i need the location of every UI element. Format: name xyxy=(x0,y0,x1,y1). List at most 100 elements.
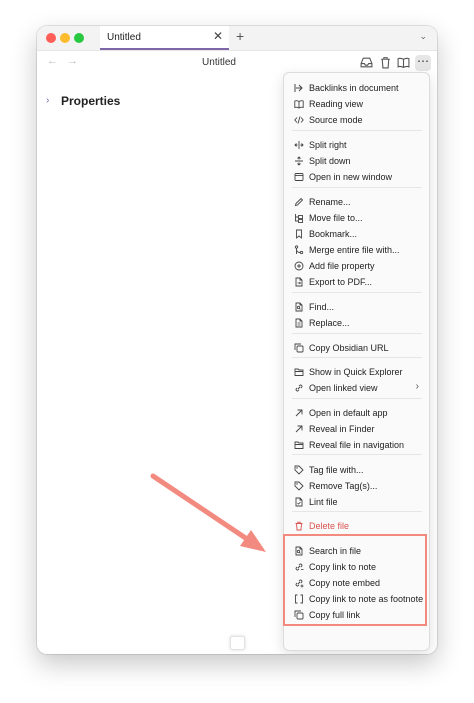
menu-item-label: Bookmark... xyxy=(309,229,358,239)
menu-item-label: Lint file xyxy=(309,497,338,507)
arrow-up-right-icon xyxy=(294,408,304,418)
menu-item-copy-obsidian-url[interactable]: Copy Obsidian URL xyxy=(288,340,425,356)
menu-item-label: Copy Obsidian URL xyxy=(309,343,389,353)
menu-item-export-to-pdf[interactable]: Export to PDF... xyxy=(288,274,425,290)
annotation-highlight-box xyxy=(283,534,427,626)
book-open-icon xyxy=(294,99,304,109)
new-tab-icon[interactable]: + xyxy=(236,28,244,44)
split-right-icon xyxy=(294,140,304,150)
menu-item-label: Reveal in Finder xyxy=(309,424,375,434)
copy-icon xyxy=(294,343,304,353)
menu-item-reveal-file-in-navigation[interactable]: Reveal file in navigation xyxy=(288,437,425,453)
menu-item-reveal-in-finder[interactable]: Reveal in Finder xyxy=(288,421,425,437)
tab-title: Untitled xyxy=(107,32,141,43)
bookmark-icon xyxy=(294,229,304,239)
file-replace-icon xyxy=(294,318,304,328)
tag-icon xyxy=(294,465,304,475)
menu-separator xyxy=(292,333,422,334)
chevron-right-icon[interactable]: › xyxy=(46,95,49,106)
zoom-window-button[interactable] xyxy=(74,33,84,43)
status-bar-button[interactable] xyxy=(230,636,245,650)
menu-item-find[interactable]: Find... xyxy=(288,299,425,315)
menu-item-show-in-quick-explorer[interactable]: Show in Quick Explorer xyxy=(288,364,425,380)
menu-item-lint-file[interactable]: Lint file xyxy=(288,494,425,510)
book-open-icon[interactable] xyxy=(397,56,410,69)
file-export-icon xyxy=(294,277,304,287)
menu-item-backlinks-in-document[interactable]: Backlinks in document xyxy=(288,80,425,96)
menu-item-label: Remove Tag(s)... xyxy=(309,481,378,491)
menu-item-label: Replace... xyxy=(309,318,350,328)
chevron-right-icon: › xyxy=(415,381,419,392)
menu-separator xyxy=(292,187,422,188)
menu-item-label: Source mode xyxy=(309,115,363,125)
menu-separator xyxy=(292,398,422,399)
menu-separator xyxy=(292,511,422,512)
menu-separator xyxy=(292,454,422,455)
menu-item-label: Open linked view xyxy=(309,383,378,393)
menu-item-delete-file[interactable]: Delete file xyxy=(288,518,425,534)
menu-item-split-right[interactable]: Split right xyxy=(288,137,425,153)
git-merge-icon xyxy=(294,245,304,255)
menu-item-split-down[interactable]: Split down xyxy=(288,153,425,169)
menu-item-merge-entire-file-with[interactable]: Merge entire file with... xyxy=(288,242,425,258)
tag-icon xyxy=(294,481,304,491)
menu-item-move-file-to[interactable]: Move file to... xyxy=(288,210,425,226)
folder-open-icon xyxy=(294,367,304,377)
file-search-icon xyxy=(294,302,304,312)
menu-item-tag-file-with[interactable]: Tag file with... xyxy=(288,462,425,478)
tab-list-icon[interactable]: ⌄ xyxy=(419,31,427,42)
menu-item-label: Open in new window xyxy=(309,172,393,182)
menu-item-bookmark[interactable]: Bookmark... xyxy=(288,226,425,242)
close-window-button[interactable] xyxy=(46,33,56,43)
menu-item-label: Export to PDF... xyxy=(309,277,373,287)
menu-item-label: Reveal file in navigation xyxy=(309,440,405,450)
menu-item-label: Backlinks in document xyxy=(309,83,399,93)
title-bar: Untitled ✕ + ⌄ xyxy=(37,26,437,51)
menu-item-label: Split right xyxy=(309,140,347,150)
inbox-icon[interactable] xyxy=(360,56,373,69)
menu-item-label: Split down xyxy=(309,156,351,166)
link-icon xyxy=(294,383,304,393)
menu-item-open-in-new-window[interactable]: Open in new window xyxy=(288,169,425,185)
minimize-window-button[interactable] xyxy=(60,33,70,43)
menu-separator xyxy=(292,357,422,358)
menu-item-label: Add file property xyxy=(309,261,375,271)
trash-icon xyxy=(294,521,304,531)
menu-item-label: Show in Quick Explorer xyxy=(309,367,403,377)
menu-item-add-file-property[interactable]: Add file property xyxy=(288,258,425,274)
menu-item-remove-tag-s[interactable]: Remove Tag(s)... xyxy=(288,478,425,494)
folder-tree-icon xyxy=(294,213,304,223)
trash-icon[interactable] xyxy=(379,56,392,69)
menu-item-label: Merge entire file with... xyxy=(309,245,400,255)
menu-item-reading-view[interactable]: Reading view xyxy=(288,96,425,112)
properties-label: Properties xyxy=(61,94,121,108)
menu-item-source-mode[interactable]: Source mode xyxy=(288,112,425,128)
menu-item-replace[interactable]: Replace... xyxy=(288,315,425,331)
menu-item-rename[interactable]: Rename... xyxy=(288,194,425,210)
plus-circle-icon xyxy=(294,261,304,271)
more-icon: ⋯ xyxy=(417,54,429,68)
arrow-up-right-icon xyxy=(294,424,304,434)
tab-untitled[interactable]: Untitled ✕ xyxy=(100,26,229,50)
menu-separator xyxy=(292,292,422,293)
tab-close-icon[interactable]: ✕ xyxy=(213,29,223,43)
document-title[interactable]: Untitled xyxy=(37,57,401,68)
menu-item-open-in-default-app[interactable]: Open in default app xyxy=(288,405,425,421)
lint-icon xyxy=(294,497,304,507)
more-options-button[interactable]: ⋯ xyxy=(415,55,431,71)
menu-separator xyxy=(292,130,422,131)
menu-item-open-linked-view[interactable]: Open linked view › xyxy=(288,380,425,396)
menu-item-label: Delete file xyxy=(309,521,350,531)
pencil-icon xyxy=(294,197,304,207)
menu-item-label: Open in default app xyxy=(309,408,388,418)
code-icon xyxy=(294,115,304,125)
menu-item-label: Rename... xyxy=(309,197,351,207)
menu-item-label: Find... xyxy=(309,302,335,312)
folder-open-icon xyxy=(294,440,304,450)
backlinks-icon xyxy=(294,83,304,93)
new-window-icon xyxy=(294,172,304,182)
menu-item-label: Move file to... xyxy=(309,213,363,223)
menu-item-label: Reading view xyxy=(309,99,364,109)
menu-item-label: Tag file with... xyxy=(309,465,364,475)
split-down-icon xyxy=(294,156,304,166)
